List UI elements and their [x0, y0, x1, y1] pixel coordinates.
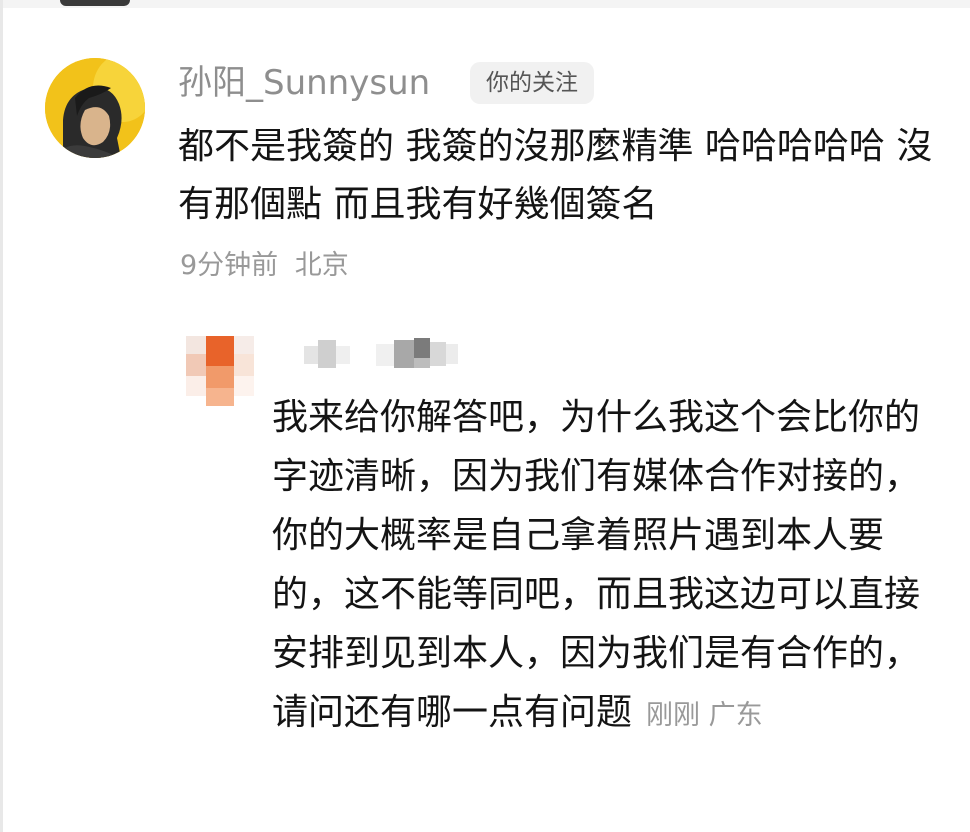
reply-time: 刚刚 — [646, 700, 701, 731]
avatar[interactable] — [45, 58, 145, 158]
reply-meta: 刚刚 广东 — [646, 700, 763, 731]
avatar-photo — [45, 58, 145, 158]
comment-text: 都不是我簽的 我簽的沒那麼精準 哈哈哈哈哈 沒有那個點 而且我有好幾個簽名 — [178, 126, 933, 225]
reply-location: 广东 — [708, 700, 763, 731]
reply-text-block: 我来给你解答吧，为什么我这个会比你的字迹清晰，因为我们有媒体合作对接的，你的大概… — [272, 388, 922, 745]
reply-avatar-pixelated[interactable] — [186, 336, 260, 410]
top-cropped-element — [60, 0, 130, 6]
top-divider — [0, 0, 970, 8]
pixelated-username — [304, 338, 458, 368]
comment-meta: 9分钟前 北京 — [180, 246, 349, 286]
username[interactable]: 孙阳_Sunnysun — [178, 60, 430, 106]
pixelated-avatar-image — [186, 336, 254, 406]
comment-location: 北京 — [294, 250, 349, 281]
following-badge: 你的关注 — [470, 62, 594, 104]
comment-time: 9分钟前 — [180, 250, 279, 281]
reply-text: 我来给你解答吧，为什么我这个会比你的字迹清晰，因为我们有媒体合作对接的，你的大概… — [272, 397, 921, 733]
reply-username-pixelated[interactable] — [296, 334, 466, 374]
left-edge — [0, 0, 3, 832]
